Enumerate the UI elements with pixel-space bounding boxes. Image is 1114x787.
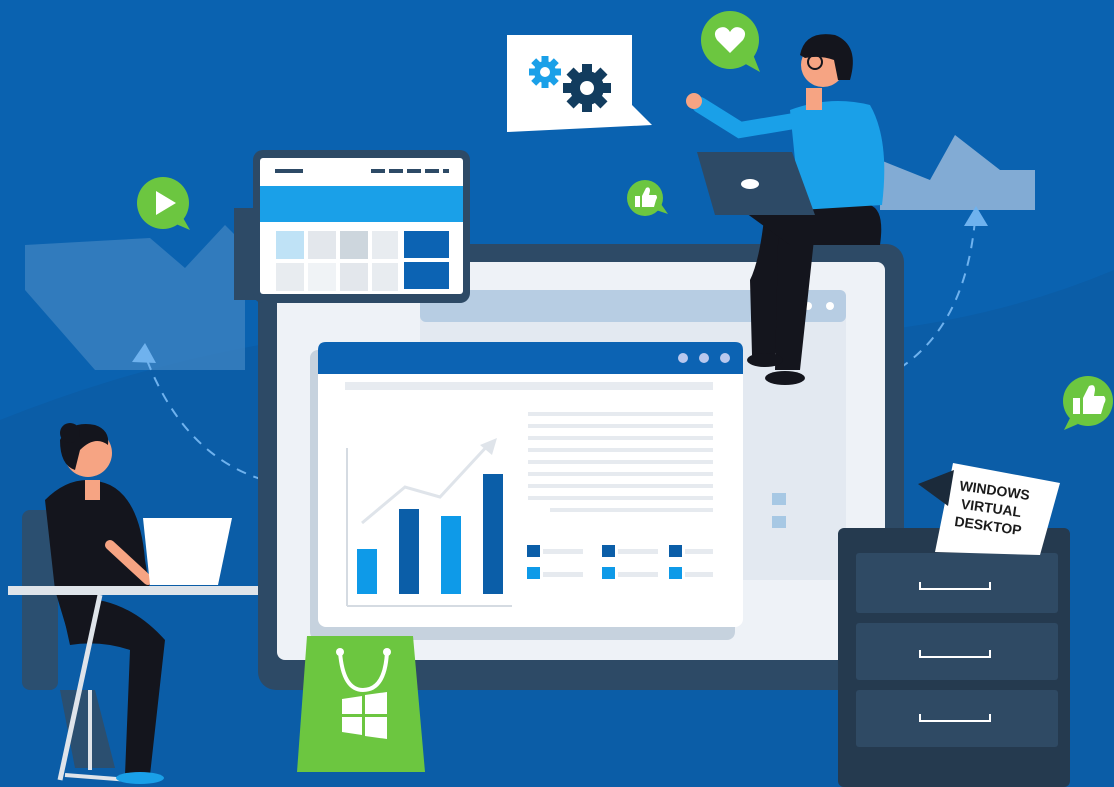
header-line (345, 382, 713, 390)
chart-bar-4 (483, 474, 503, 594)
legend-swatch (772, 516, 786, 528)
chart-bar-1 (357, 549, 377, 594)
legend-swatch (772, 493, 786, 505)
chart-bar-2 (399, 509, 419, 594)
small-window-nav (371, 169, 449, 173)
filing-cabinet (838, 528, 1070, 787)
window-dot (699, 353, 709, 363)
text-lines (528, 412, 713, 512)
small-window-banner (260, 186, 463, 222)
window-dot (720, 353, 730, 363)
small-window-logo-line (275, 169, 303, 173)
shopping-bag (297, 636, 425, 772)
window-dot (678, 353, 688, 363)
chart-bar-3 (441, 516, 461, 594)
illustration: WINDOWS VIRTUAL DESKTOP (0, 0, 1114, 787)
window-dot (826, 302, 834, 310)
gears-speech-bubble (507, 35, 652, 132)
